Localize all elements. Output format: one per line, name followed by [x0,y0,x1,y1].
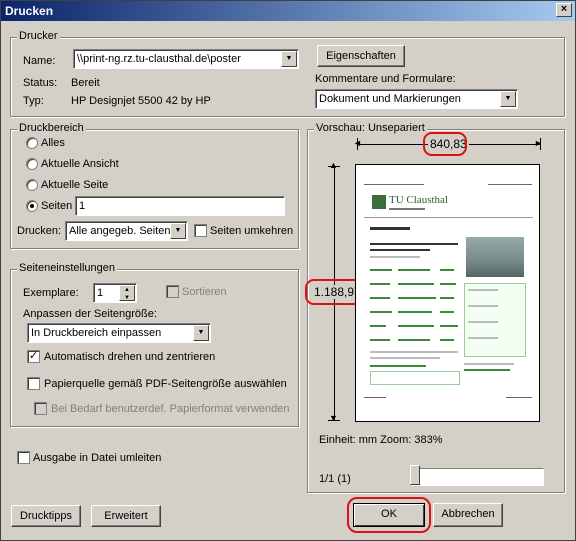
comments-forms-value: Dokument und Markierungen [319,93,461,105]
radio-current-page[interactable] [26,179,38,191]
chevron-down-icon[interactable]: ▼ [281,51,297,67]
page-slider-track[interactable] [410,468,544,486]
height-arrow-down-icon: ▼ [329,413,338,423]
width-highlight-ring [423,132,467,156]
print-subset-select[interactable]: Alle angegeb. Seiten ▼ [65,221,188,241]
ok-highlight-ring [347,497,431,533]
width-arrow-right-icon: ► [534,138,543,148]
radio-current-page-label: Aktuelle Seite [41,179,109,191]
printer-name-label: Name: [23,55,56,67]
output-to-file-label: Ausgabe in Datei umleiten [33,452,162,464]
page-indicator: 1/1 (1) [319,473,351,485]
page-slider-thumb[interactable] [410,465,420,485]
reverse-pages-checkbox[interactable] [194,224,207,237]
printer-status-value: Bereit [71,77,100,89]
radio-pages-label: Seiten [41,200,73,212]
print-subset-value: Alle angegeb. Seiten [69,225,171,237]
radio-all-label: Alles [41,137,65,149]
copies-value: 1 [97,287,104,299]
auto-rotate-checkbox[interactable]: ✓ [27,350,40,363]
height-arrow-up-icon: ▲ [329,160,338,170]
building-photo [466,237,524,277]
properties-button[interactable]: Eigenschaften [317,45,405,67]
radio-pages[interactable] [26,200,38,212]
print-dialog: Drucken × Drucker Name: \\print-ng.rz.tu… [0,0,576,541]
paper-source-checkbox[interactable] [27,377,40,390]
copies-stepper[interactable]: 1 ▲ ▼ [93,283,137,303]
cancel-button[interactable]: Abbrechen [433,503,503,527]
height-dimension-tick-top [328,166,340,167]
stepper-arrows-icon[interactable]: ▲ ▼ [119,285,135,301]
chevron-down-icon[interactable]: ▼ [193,325,209,341]
preview-doc-title: TU Clausthal [389,194,448,206]
printer-type-label: Typ: [23,95,44,107]
pages-input[interactable]: 1 [75,196,285,216]
tu-logo-icon [372,195,386,209]
scaling-value: In Druckbereich einpassen [31,327,162,339]
print-subset-label: Drucken: [17,225,62,237]
print-tips-button[interactable]: Drucktipps [11,505,81,527]
chevron-down-icon[interactable]: ▼ [500,91,516,107]
radio-current-view-label: Aktuelle Ansicht [41,158,119,170]
close-icon[interactable]: × [556,3,572,17]
printer-status-label: Status: [23,77,58,89]
output-to-file-checkbox[interactable] [17,451,30,464]
collate-label: Sortieren [182,286,227,298]
advanced-button[interactable]: Erweitert [91,505,161,527]
printer-group-title: Drucker [17,30,60,42]
printer-type-value: HP Designjet 5500 42 by HP [71,95,211,107]
scaling-label: Anpassen der Seitengröße: [23,308,157,320]
preview-page: TU Clausthal [355,164,540,422]
custom-paper-label: Bei Bedarf benutzerdef. Papierformat ver… [51,403,290,415]
width-dimension-tick-left [357,138,358,150]
height-dimension-tick-bottom [328,420,340,421]
custom-paper-checkbox[interactable] [34,402,47,415]
page-setup-group-title: Seiteneinstellungen [17,262,118,274]
unit-zoom-text: Einheit: mm Zoom: 383% [319,434,443,446]
radio-current-view[interactable] [26,158,38,170]
window-title: Drucken [5,4,54,18]
collate-checkbox[interactable] [166,285,179,298]
width-dimension-tick-right [540,138,541,150]
title-bar: Drucken × [1,1,575,21]
printer-name-value: \\print-ng.rz.tu-clausthal.de\poster [77,53,241,65]
pages-value: 1 [79,200,86,212]
comments-forms-select[interactable]: Dokument und Markierungen ▼ [315,89,518,109]
print-range-group-title: Druckbereich [17,122,86,134]
scaling-select[interactable]: In Druckbereich einpassen ▼ [27,323,211,343]
radio-all[interactable] [26,137,38,149]
comments-forms-label: Kommentare und Formulare: [315,73,456,85]
preview-group-title: Vorschau: Unsepariert [314,122,427,134]
copies-label: Exemplare: [23,287,79,299]
reverse-pages-label: Seiten umkehren [210,225,294,237]
chevron-down-icon[interactable]: ▼ [170,223,186,239]
auto-rotate-label: Automatisch drehen und zentrieren [44,351,216,363]
paper-source-label: Papierquelle gemäß PDF-Seitengröße auswä… [44,378,287,390]
printer-name-select[interactable]: \\print-ng.rz.tu-clausthal.de\poster ▼ [73,49,299,69]
